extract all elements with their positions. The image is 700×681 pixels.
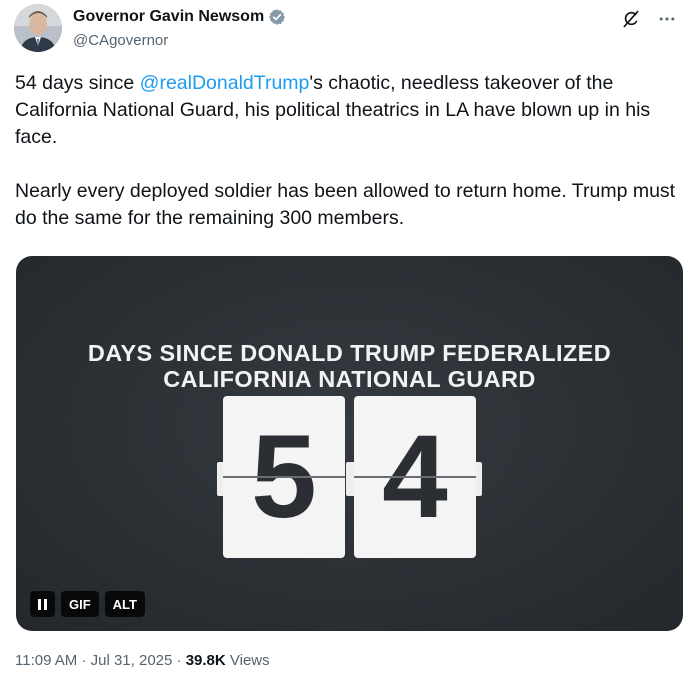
mention-link[interactable]: @realDonaldTrump	[140, 72, 310, 94]
tweet-media-gif[interactable]: DAYS SINCE DONALD TRUMP FEDERALIZED CALI…	[16, 256, 683, 631]
tweet-time[interactable]: 11:09 AM	[15, 652, 77, 669]
tweet-paragraph-2: Nearly every deployed soldier has been a…	[15, 180, 676, 229]
tweet-text: 54 days since @realDonaldTrump's chaotic…	[15, 70, 683, 232]
grok-icon[interactable]	[620, 8, 642, 30]
flip-card-digit-1: 5	[223, 396, 345, 558]
author-name-row: Governor Gavin Newsom	[73, 8, 286, 26]
flip-divider	[223, 476, 345, 478]
tweet-meta: 11:09 AM · Jul 31, 2025 · 39.8K Views	[15, 652, 270, 669]
meta-separator: ·	[172, 652, 186, 669]
author-handle[interactable]: @CAgovernor	[73, 32, 168, 49]
gif-headline-line-1: DAYS SINCE DONALD TRUMP FEDERALIZED	[87, 340, 612, 366]
pause-icon	[38, 598, 47, 610]
tweet-date[interactable]: Jul 31, 2025	[91, 652, 173, 669]
media-controls: GIF ALT	[30, 591, 145, 617]
gif-headline-line-2: CALIFORNIA NATIONAL GUARD	[163, 366, 536, 392]
more-icon[interactable]	[656, 8, 678, 30]
gif-headline: DAYS SINCE DONALD TRUMP FEDERALIZED CALI…	[16, 340, 683, 392]
views-label: Views	[225, 652, 270, 669]
pause-button[interactable]	[30, 591, 55, 617]
tweet-paragraph-1: 54 days since @realDonaldTrump's chaotic…	[15, 70, 683, 151]
author-display-name[interactable]: Governor Gavin Newsom	[73, 8, 264, 26]
meta-separator: ·	[77, 652, 91, 669]
avatar[interactable]	[14, 4, 62, 52]
tweet-text-prefix: 54 days since	[15, 72, 140, 94]
tweet-actions-top	[620, 8, 678, 30]
avatar-image	[14, 4, 62, 52]
gif-badge: GIF	[61, 591, 99, 617]
flip-divider	[354, 476, 476, 478]
flip-card-digit-2: 4	[354, 396, 476, 558]
verified-badge-icon[interactable]	[268, 8, 286, 26]
views-count[interactable]: 39.8K	[186, 652, 226, 669]
alt-text-button[interactable]: ALT	[104, 591, 145, 617]
